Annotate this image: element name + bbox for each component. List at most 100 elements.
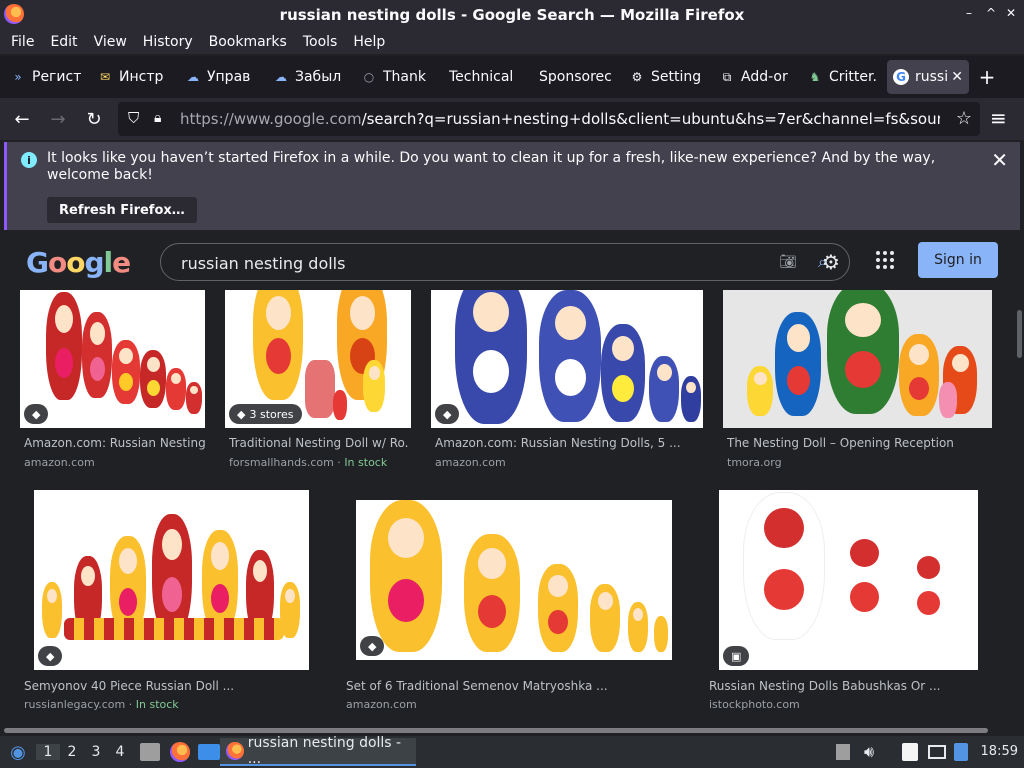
result-source: forsmallhands.com · In stock — [229, 456, 388, 469]
result-image[interactable] — [723, 290, 992, 428]
firefox-icon — [226, 742, 244, 760]
taskbar-firefox-task[interactable]: russian nesting dolls - ... — [220, 735, 416, 767]
navigation-bar: ← → ↻ ⛉ 🔒︎ https://www.google.com/search… — [0, 98, 1024, 140]
title-bar: russian nesting dolls - Google Search — … — [0, 0, 1024, 30]
window-title: russian nesting dolls - Google Search — … — [279, 6, 745, 24]
menu-file[interactable]: File — [4, 34, 41, 50]
shopping-tag-icon: ◆ — [24, 404, 49, 424]
tab-technical[interactable]: Technical — [443, 60, 533, 94]
minimize-button[interactable]: – — [966, 6, 972, 20]
notes-icon[interactable] — [902, 743, 918, 761]
result-title[interactable]: Amazon.com: Russian Nesting Dolls, 5 ... — [435, 436, 703, 450]
horizontal-scrollbar[interactable] — [0, 726, 1016, 734]
google-header: Google russian nesting dolls 📷︎ ⌕ ⚙ Sign… — [0, 232, 1016, 290]
result-source: russianlegacy.com · In stock — [24, 698, 179, 711]
network-icon[interactable] — [928, 745, 946, 759]
notification-message: It looks like you haven’t started Firefo… — [47, 150, 936, 183]
search-box[interactable]: russian nesting dolls 📷︎ ⌕ — [160, 243, 850, 281]
start-menu-icon[interactable]: ◉ — [4, 738, 32, 766]
gear-icon[interactable]: ⚙ — [822, 250, 840, 274]
workspace-2[interactable]: 2 — [60, 744, 84, 760]
tab-registration[interactable]: » Регист — [4, 60, 91, 94]
result-title[interactable]: The Nesting Doll – Opening Reception — [727, 436, 992, 450]
menu-edit[interactable]: Edit — [43, 34, 84, 50]
url-bar[interactable]: ⛉ 🔒︎ https://www.google.com/search?q=rus… — [118, 102, 980, 136]
image-icon: ▣ — [723, 646, 750, 666]
close-window-button[interactable]: ✕ — [1006, 6, 1016, 20]
result-title[interactable]: Set of 6 Traditional Semenov Matryoshka … — [346, 679, 666, 693]
tab-thank[interactable]: ○ Thank — [355, 60, 443, 94]
reload-button[interactable]: ↻ — [80, 105, 108, 133]
result-title[interactable]: Amazon.com: Russian Nesting... — [24, 436, 206, 450]
result-tag: ◆ 3 stores — [229, 404, 302, 424]
workspace-1[interactable]: 1 — [36, 744, 60, 760]
tab-instructions[interactable]: ✉ Инстр — [91, 60, 179, 94]
updates-icon[interactable] — [954, 743, 968, 761]
shopping-tag-icon: ◆ — [237, 407, 246, 421]
google-icon: G — [893, 69, 909, 85]
google-logo[interactable]: Google — [26, 246, 131, 279]
hamburger-menu-icon[interactable]: ≡ — [990, 106, 1007, 130]
result-image[interactable]: ▣ — [719, 490, 978, 670]
firefox-launcher-icon[interactable] — [170, 742, 190, 762]
sign-in-button[interactable]: Sign in — [918, 242, 998, 278]
tab-sponsored[interactable]: Sponsorec — [533, 60, 623, 94]
tab-forgot[interactable]: ☁ Забыл — [267, 60, 355, 94]
result-title[interactable]: Semyonov 40 Piece Russian Doll ... — [24, 679, 314, 693]
clock[interactable]: 18:59 — [981, 744, 1018, 759]
result-image[interactable]: ◆ — [34, 490, 309, 670]
result-image[interactable]: ◆ 3 stores — [225, 290, 411, 428]
shopping-tag-icon: ◆ — [360, 636, 385, 656]
tab-bar: » Регист ✉ Инстр ☁ Управ ☁ Забыл ○ Thank Tech… — [0, 56, 1024, 98]
lock-icon[interactable]: 🔒︎ — [154, 110, 161, 126]
refresh-firefox-button[interactable]: Refresh Firefox… — [47, 197, 197, 223]
bookmark-star-icon[interactable]: ☆ — [956, 108, 972, 129]
search-input[interactable]: russian nesting dolls — [181, 254, 345, 273]
clipboard-icon[interactable] — [836, 744, 850, 760]
mail-icon: ✉ — [99, 70, 111, 84]
tab-settings[interactable]: ⚙ Setting — [623, 60, 713, 94]
url-text[interactable]: https://www.google.com/search?q=russian+… — [180, 110, 940, 128]
desktop-icon[interactable] — [198, 744, 220, 760]
tab-addons[interactable]: ⧉ Add-or — [713, 60, 801, 94]
menu-help[interactable]: Help — [346, 34, 392, 50]
result-source: amazon.com — [346, 698, 417, 711]
result-source: istockphoto.com — [709, 698, 800, 711]
shopping-tag-icon: ◆ — [435, 404, 460, 424]
chevron-icon: » — [14, 70, 22, 84]
result-image[interactable]: ◆ — [356, 500, 672, 660]
tab-critter[interactable]: ♞ Critter. — [801, 60, 887, 94]
tab-manage[interactable]: ☁ Управ — [179, 60, 267, 94]
camera-icon[interactable]: 📷︎ — [779, 254, 797, 270]
vertical-scrollbar[interactable] — [1016, 290, 1024, 726]
search-icon: ○ — [363, 70, 375, 84]
shield-icon[interactable]: ⛉ — [128, 109, 139, 127]
menu-tools[interactable]: Tools — [296, 34, 345, 50]
forward-button[interactable]: → — [44, 105, 72, 133]
result-title[interactable]: Russian Nesting Dolls Babushkas Or ... — [709, 679, 989, 693]
result-source: tmora.org — [727, 456, 782, 469]
menu-view[interactable]: View — [87, 34, 134, 50]
menu-history[interactable]: History — [136, 34, 200, 50]
new-tab-button[interactable]: + — [969, 60, 1005, 94]
back-button[interactable]: ← — [8, 105, 36, 133]
critter-icon: ♞ — [809, 70, 821, 84]
close-icon[interactable]: ✕ — [991, 148, 1008, 172]
apps-grid-icon[interactable] — [876, 251, 894, 269]
tab-google-search[interactable]: Grussi ✕ — [887, 60, 969, 94]
workspace-3[interactable]: 3 — [84, 744, 108, 760]
result-source: amazon.com — [435, 456, 506, 469]
shopping-tag-icon: ◆ — [38, 646, 63, 666]
image-results: ◆ Amazon.com: Russian Nesting... amazon.… — [0, 290, 1016, 726]
result-image[interactable]: ◆ — [431, 290, 703, 428]
close-tab-icon[interactable]: ✕ — [951, 69, 963, 85]
result-title[interactable]: Traditional Nesting Doll w/ Ro... — [229, 436, 409, 450]
file-manager-icon[interactable] — [140, 743, 160, 761]
volume-icon[interactable]: 🔊︎ — [864, 742, 874, 762]
maximize-button[interactable]: ^ — [986, 6, 996, 20]
cloud-icon: ☁ — [275, 70, 287, 84]
result-image[interactable]: ◆ — [20, 290, 205, 428]
workspace-4[interactable]: 4 — [108, 744, 132, 760]
taskbar: ◉ 1 2 3 4 russian nesting dolls - ... 🔊︎… — [0, 735, 1024, 768]
menu-bookmarks[interactable]: Bookmarks — [202, 34, 294, 50]
